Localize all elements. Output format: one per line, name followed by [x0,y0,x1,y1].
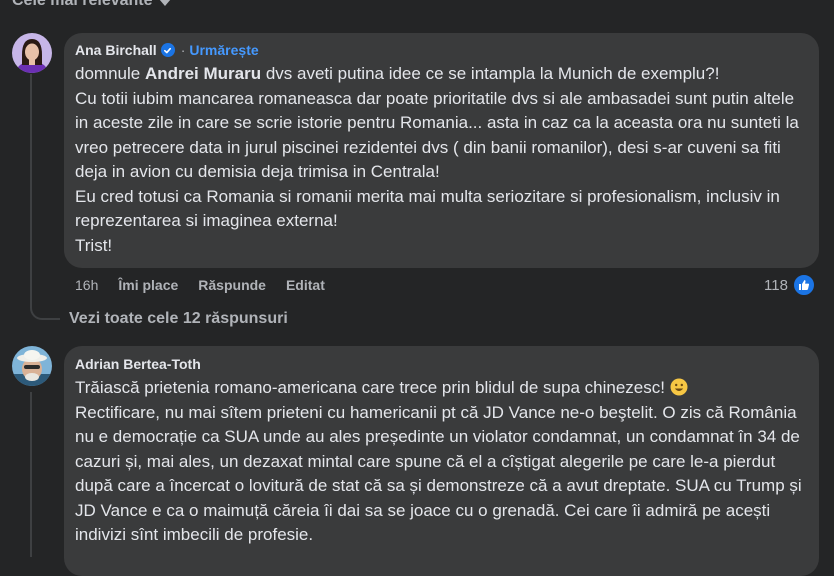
sort-label: Cele mai relevante [12,0,153,9]
mention-link[interactable]: Andrei Muraru [145,64,261,83]
comment-author[interactable]: Adrian Bertea-Toth [75,356,201,372]
thread-connector [30,296,60,320]
comment-text: domnule Andrei Muraru dvs aveti putina i… [75,62,807,258]
comment-bubble: Ana Birchall · Urmărește domnule Andrei … [64,33,819,268]
thumbs-up-icon [791,273,816,297]
verified-badge-icon [160,43,175,57]
comment-text-line1: Trăiască prietenia romano-americana care… [75,378,665,397]
comment-text-prefix: domnule [75,64,145,83]
comment-paragraph: Eu cred totusi ca Romania si romanii mer… [75,186,780,231]
sort-dropdown[interactable]: Cele mai relevante [12,0,171,11]
comment-actions: 16h Îmi place Răspunde Editat [75,276,325,294]
reaction-count: 118 [764,276,788,294]
comment-timestamp[interactable]: 16h [75,277,98,293]
comment-text: Trăiască prietenia romano-americana care… [75,376,807,548]
follow-button[interactable]: Urmărește [189,42,258,58]
caret-down-icon [158,0,171,6]
profile-photo-icon [12,33,52,73]
reply-button[interactable]: Răspunde [198,277,266,293]
edited-label: Editat [285,277,325,293]
thread-line [30,392,32,557]
like-button[interactable]: Îmi place [118,277,178,293]
comment-paragraph: Cu totii iubim mancarea romaneasca dar p… [75,88,799,182]
view-replies-link[interactable]: Vezi toate cele 12 răspunsuri [69,310,288,328]
avatar-adrian-bertea-toth[interactable] [12,346,52,386]
thread-line [30,74,32,306]
comment-text-line1: dvs aveti putina idee ce se intampla la … [261,64,720,83]
smiley-emoji-icon [670,378,688,396]
comment-author[interactable]: Ana Birchall [75,42,157,58]
comment-bubble: Adrian Bertea-Toth Trăiască prietenia ro… [64,346,819,576]
reaction-summary[interactable]: 118 [764,273,816,297]
separator-dot: · [180,42,186,58]
comment-paragraph: Rectificare, nu mai sîtem prieteni cu ha… [75,402,802,545]
comment-paragraph: Trist! [75,235,113,255]
avatar-ana-birchall[interactable] [12,33,52,73]
profile-photo-icon [12,346,52,386]
